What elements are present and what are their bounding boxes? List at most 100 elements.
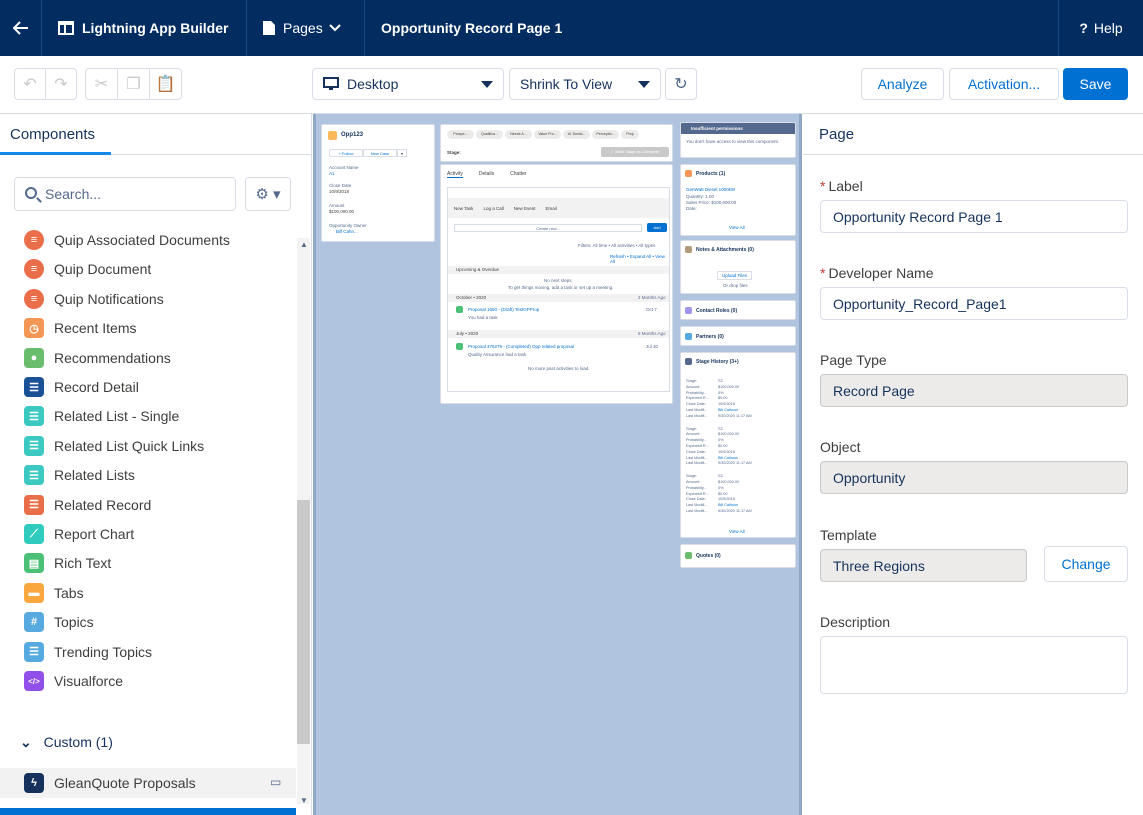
settings-menu-button[interactable]: ⚙ ▾	[245, 177, 291, 211]
more-actions-button[interactable]: ▾	[397, 149, 407, 157]
task-icon	[456, 343, 463, 350]
copy-button[interactable]: ❐	[117, 68, 150, 100]
insufficient-permissions-card[interactable]: Insufficient permissions You don't have …	[680, 122, 796, 158]
code-icon: </>	[24, 671, 44, 691]
refresh-links[interactable]: Refresh • Expand All • View All	[610, 254, 669, 264]
follow-button[interactable]: + Follow	[329, 149, 363, 157]
analyze-button[interactable]: Analyze	[861, 68, 944, 100]
component-item[interactable]: ☰ Trending Topics	[24, 641, 152, 662]
list-icon: ☰	[24, 435, 44, 456]
month-header[interactable]: July • 2020	[448, 330, 669, 338]
upload-files-button[interactable]: Upload Files	[717, 271, 753, 280]
path-step[interactable]: Qualifica...	[476, 130, 503, 139]
notes-card[interactable]: Notes & Attachments (0) Upload Files Or …	[680, 240, 796, 294]
component-item[interactable]: ⟋ Report Chart	[24, 524, 134, 544]
undo-button[interactable]: ↶	[14, 68, 46, 100]
search-input[interactable]: Search...	[14, 177, 236, 211]
subtab-new-task[interactable]: New Task	[454, 206, 473, 211]
stage-history-card[interactable]: Stage History (3+) Stage: S3 Amount: $100,0…	[680, 352, 796, 538]
history-key: Last Modifi...	[686, 461, 708, 466]
page-canvas[interactable]: Opp123 + Follow New Case ▾ Account Name …	[313, 114, 802, 815]
back-button[interactable]	[0, 0, 42, 56]
component-item[interactable]: ● Recommendations	[24, 347, 171, 368]
new-case-button[interactable]: New Case	[363, 149, 397, 157]
view-all-link[interactable]: View All	[729, 225, 745, 230]
scrollbar-thumb[interactable]	[297, 500, 310, 744]
cut-button[interactable]: ✂	[85, 68, 118, 100]
tab-chatter[interactable]: Chatter	[510, 171, 526, 178]
required-marker: *	[820, 178, 826, 194]
upcoming-header[interactable]: Upcoming & Overdue	[448, 266, 669, 274]
quotes-card[interactable]: Quotes (0)	[680, 544, 796, 568]
template-label: Template	[820, 527, 877, 543]
top-bar: Lightning App Builder Pages Opportunity …	[0, 0, 1143, 56]
activity-component[interactable]: Activity Details Chatter New Task Log a …	[440, 164, 673, 404]
device-select[interactable]: Desktop	[312, 68, 504, 100]
component-item[interactable]: ☰ Related Record	[24, 494, 151, 515]
field-label: Account Name	[329, 165, 359, 170]
products-card[interactable]: Products (1) GenWatt Diesel 1000kW Quant…	[680, 164, 796, 236]
desktop-icon	[323, 77, 339, 90]
component-item[interactable]: ≡ Quip Document	[24, 259, 151, 280]
component-item[interactable]: ☰ Related List - Single	[24, 406, 179, 427]
tab-activity[interactable]: Activity	[447, 171, 463, 178]
field-value: $100,000.00	[329, 209, 355, 214]
component-item[interactable]: ☰ Record Detail	[24, 377, 139, 397]
component-item[interactable]: </> Visualforce	[24, 671, 123, 691]
add-button[interactable]: Add	[647, 223, 667, 232]
component-item[interactable]: ▤ Rich Text	[24, 553, 111, 574]
path-step[interactable]: Needs A...	[505, 130, 532, 139]
refresh-button[interactable]: ↻	[665, 68, 697, 100]
highlights-panel[interactable]: Opp123 + Follow New Case ▾ Account Name …	[321, 124, 435, 242]
label-field-label: * Label	[820, 178, 863, 194]
save-button[interactable]: Save	[1063, 68, 1128, 100]
history-gap	[686, 467, 792, 474]
path-step[interactable]: Perceptio...	[592, 130, 619, 139]
task-title[interactable]: Proposal 376279 - (Completed) Opp relate…	[468, 344, 574, 349]
component-item[interactable]: ▬ Tabs	[24, 582, 84, 603]
product-name[interactable]: GenWatt Diesel 1000kW	[686, 187, 735, 192]
component-item[interactable]: ◷ Recent Items	[24, 318, 137, 339]
path-component[interactable]: Prospe... Qualifica... Needs A... Value Pro…	[440, 124, 673, 162]
component-item[interactable]: ≡ Quip Associated Documents	[24, 230, 230, 250]
component-item[interactable]: ≡ Quip Notifications	[24, 288, 164, 309]
subtab-new-event[interactable]: New Event	[514, 206, 536, 211]
component-label: Recent Items	[54, 320, 137, 337]
month-header[interactable]: October • 2020	[448, 294, 669, 302]
paste-button[interactable]: 📋	[149, 68, 182, 100]
task-title[interactable]: Proposal 1650 - (Draft) TestGPProp	[468, 307, 539, 312]
create-new-input[interactable]: Create new...	[454, 224, 642, 232]
view-select[interactable]: Shrink To View	[509, 68, 661, 100]
activation-button[interactable]: Activation...	[949, 68, 1059, 100]
subtab-log-call[interactable]: Log a Call	[483, 206, 503, 211]
label-input[interactable]: Opportunity Record Page 1	[820, 200, 1128, 233]
partners-card[interactable]: Partners (0)	[680, 326, 796, 346]
contact-roles-card[interactable]: Contact Roles (0)	[680, 300, 796, 320]
component-item[interactable]: # Topics	[24, 612, 94, 633]
record-icon: ☰	[24, 377, 44, 397]
scroll-down-icon[interactable]: ▼	[300, 796, 308, 805]
quip-icon: ≡	[24, 230, 44, 250]
description-textarea[interactable]	[820, 636, 1128, 694]
component-item-gleanquote[interactable]: ϟ GleanQuote Proposals ▭	[0, 768, 296, 798]
path-step[interactable]: Value Pro...	[534, 130, 561, 139]
view-all-link[interactable]: View All	[729, 529, 745, 534]
mark-complete-button[interactable]: ✓ Mark Stage as Complete	[601, 147, 669, 157]
scroll-up-icon[interactable]: ▲	[300, 240, 308, 249]
tab-details[interactable]: Details	[479, 171, 494, 178]
component-item[interactable]: ☰ Related Lists	[24, 465, 135, 486]
path-step[interactable]: Prop	[621, 130, 639, 139]
help-button[interactable]: ? Help	[1059, 0, 1143, 56]
subtab-email[interactable]: Email	[545, 206, 556, 211]
month-ago: 5 Months Ago	[638, 331, 666, 336]
path-step[interactable]: Prospe...	[447, 130, 474, 139]
change-template-button[interactable]: Change	[1044, 546, 1128, 582]
caret-down-icon	[638, 81, 650, 88]
pages-menu[interactable]: Pages	[247, 0, 365, 56]
developer-name-input[interactable]: Opportunity_Record_Page1	[820, 287, 1128, 320]
path-step[interactable]: Id. Decisi...	[563, 130, 590, 139]
partners-icon	[685, 333, 692, 340]
redo-button[interactable]: ↷	[45, 68, 77, 100]
custom-section-toggle[interactable]: ⌄ Custom (1)	[20, 734, 113, 751]
component-item[interactable]: ☰ Related List Quick Links	[24, 435, 204, 456]
